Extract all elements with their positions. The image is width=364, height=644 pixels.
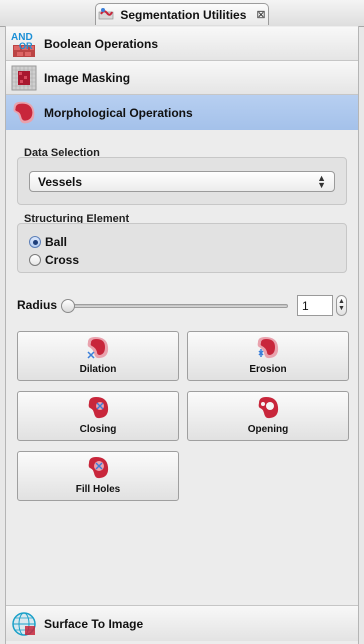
opening-button[interactable]: Opening — [187, 391, 349, 441]
fill-holes-icon — [88, 457, 109, 479]
dilation-label: Dilation — [79, 364, 117, 375]
section-label-masking: Image Masking — [44, 70, 131, 85]
radius-spinbox[interactable]: 1 — [297, 295, 333, 316]
radius-stepper[interactable]: ▲ ▼ — [336, 295, 347, 316]
radio-ball-indicator[interactable] — [29, 236, 41, 248]
dilation-button[interactable]: Dilation — [17, 331, 179, 381]
radio-cross-indicator[interactable] — [29, 254, 41, 266]
erosion-label: Erosion — [249, 364, 287, 375]
radio-ball-label: Ball — [45, 235, 68, 249]
closing-label: Closing — [79, 424, 117, 435]
morphology-icon — [10, 99, 38, 127]
section-image-masking[interactable]: Image Masking — [6, 61, 358, 95]
radius-slider-track[interactable] — [64, 304, 288, 308]
closing-icon — [88, 397, 109, 419]
radio-ball[interactable]: Ball — [29, 235, 67, 249]
tab-title: Segmentation Utilities — [120, 7, 247, 22]
opening-label: Opening — [247, 424, 289, 435]
section-label-surface: Surface To Image — [44, 616, 144, 631]
opening-icon — [258, 397, 279, 419]
radius-slider-handle[interactable] — [61, 299, 75, 313]
section-label-boolean: Boolean Operations — [44, 36, 159, 51]
fill-holes-button[interactable]: Fill Holes — [17, 451, 179, 501]
segmentation-icon — [98, 6, 114, 23]
radio-cross[interactable]: Cross — [29, 253, 79, 267]
tab-segmentation-utilities[interactable]: Segmentation Utilities ⊠ — [95, 3, 269, 25]
dilation-icon — [87, 337, 109, 359]
data-selection-combo[interactable]: Vessels ▲ ▼ — [29, 171, 335, 192]
section-label-morphological: Morphological Operations — [44, 105, 193, 120]
and-or-icon: AND OR — [10, 30, 38, 58]
svg-text:OR: OR — [19, 41, 33, 51]
section-boolean-operations[interactable]: AND OR Boolean Operations — [6, 27, 358, 61]
radius-value: 1 — [302, 298, 309, 313]
section-surface-to-image[interactable]: Surface To Image — [6, 605, 358, 641]
data-selection-value: Vessels — [38, 174, 83, 189]
fill-holes-label: Fill Holes — [75, 484, 121, 495]
close-icon[interactable]: ⊠ — [256, 8, 265, 21]
radio-cross-label: Cross — [45, 253, 80, 267]
updown-chevron-icon: ▲ ▼ — [317, 173, 326, 190]
section-morphological-operations[interactable]: Morphological Operations — [6, 95, 358, 131]
erosion-icon — [257, 337, 279, 359]
closing-button[interactable]: Closing — [17, 391, 179, 441]
radius-label: Radius — [17, 298, 58, 312]
erosion-button[interactable]: Erosion — [187, 331, 349, 381]
globe-icon — [10, 610, 38, 638]
mask-icon — [10, 64, 38, 92]
